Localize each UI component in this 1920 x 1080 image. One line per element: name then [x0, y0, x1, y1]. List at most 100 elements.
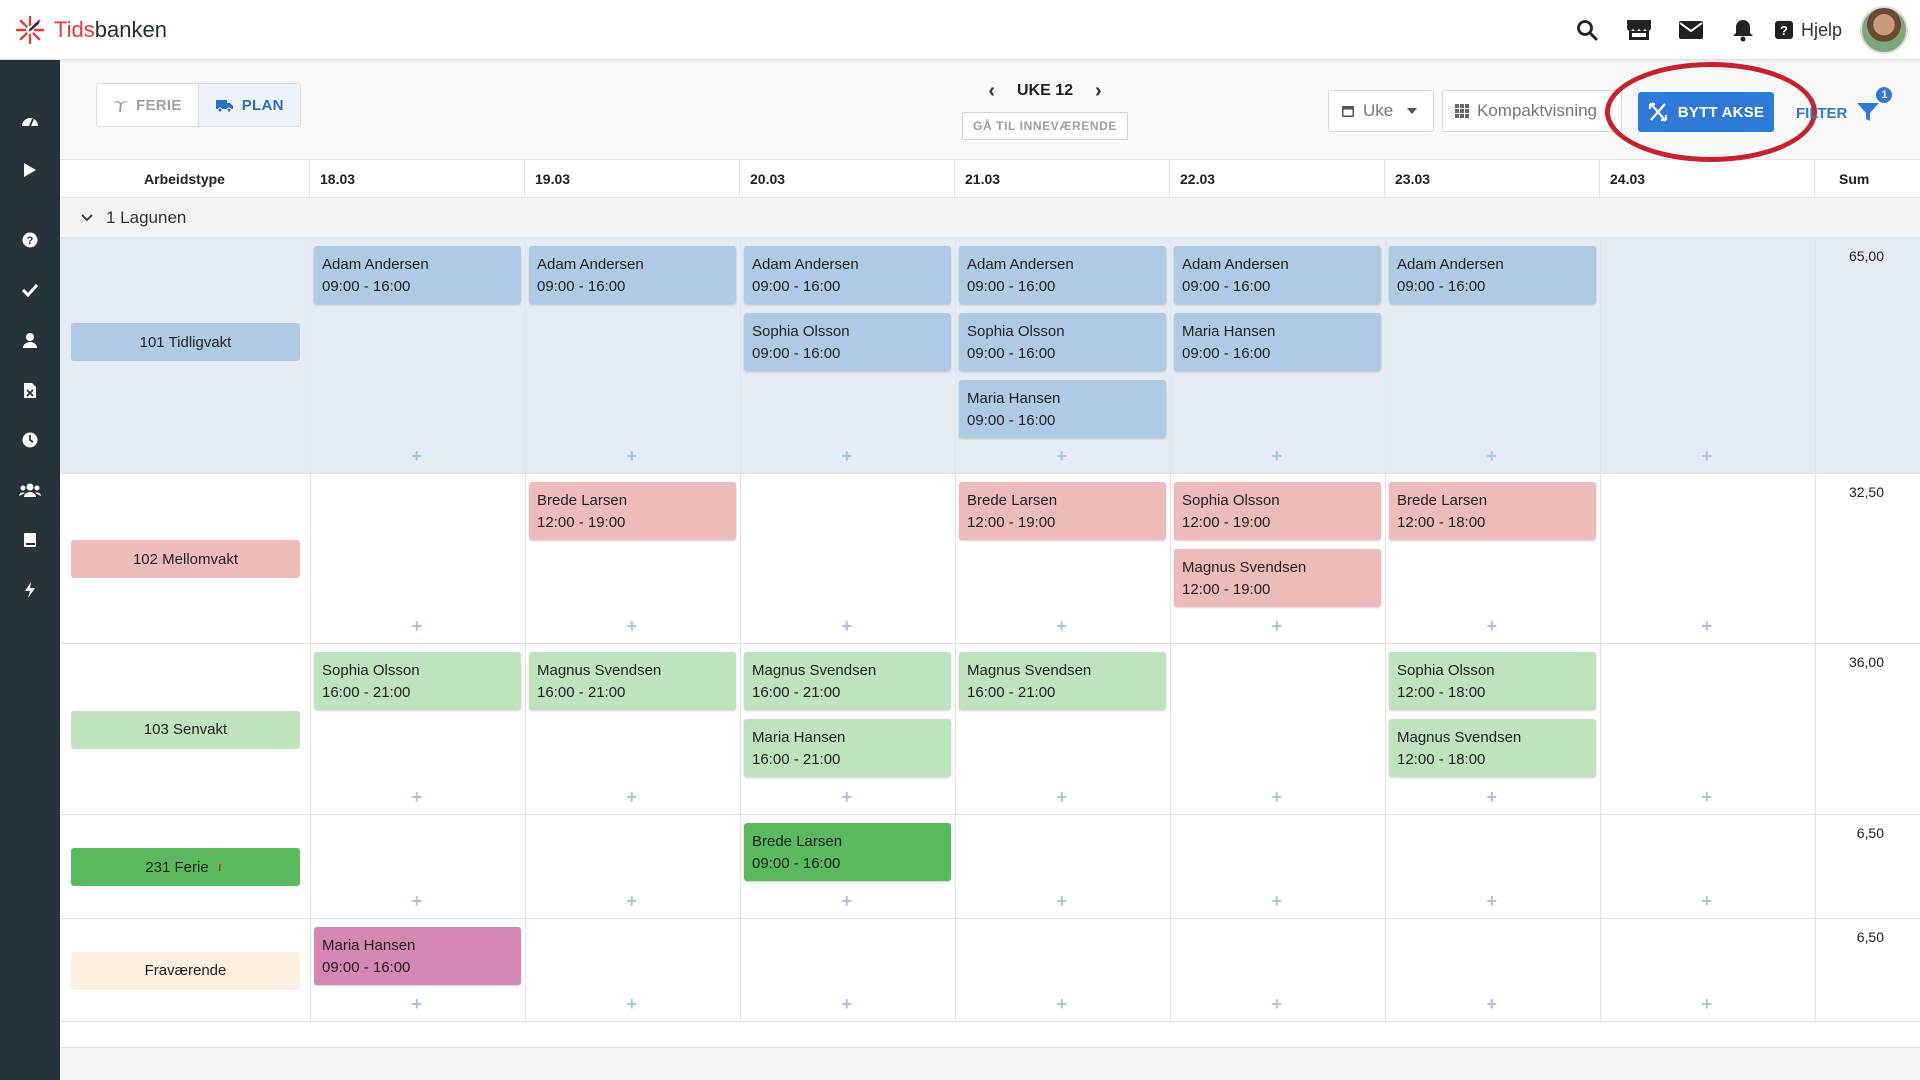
- shift-card[interactable]: Brede Larsen 12:00 - 19:00: [959, 482, 1166, 540]
- shift-card[interactable]: Brede Larsen 12:00 - 19:00: [529, 482, 736, 540]
- add-shift-icon[interactable]: +: [842, 616, 853, 637]
- add-shift-icon[interactable]: +: [1487, 787, 1498, 808]
- shift-card[interactable]: Magnus Svendsen 12:00 - 19:00: [1174, 549, 1381, 607]
- add-shift-icon[interactable]: +: [842, 994, 853, 1015]
- work-type-label[interactable]: 103 Senvakt: [71, 710, 300, 749]
- add-shift-icon[interactable]: +: [412, 994, 423, 1015]
- help-link[interactable]: ? Hjelp: [1774, 20, 1842, 41]
- avatar[interactable]: [1860, 6, 1908, 54]
- shift-card[interactable]: Magnus Svendsen 16:00 - 21:00: [959, 652, 1166, 710]
- grid-icon: [1455, 104, 1469, 118]
- add-shift-icon[interactable]: +: [1702, 891, 1713, 912]
- question-icon[interactable]: ?: [0, 220, 60, 260]
- user-icon[interactable]: [0, 320, 60, 360]
- logo[interactable]: Tidsbanken: [14, 14, 167, 46]
- go-to-current-button[interactable]: GÅ TIL INNEVÆRENDE: [962, 112, 1128, 140]
- prev-week-icon[interactable]: ‹: [988, 80, 995, 103]
- add-shift-icon[interactable]: +: [412, 616, 423, 637]
- bell-icon[interactable]: [1717, 6, 1769, 54]
- add-shift-icon[interactable]: +: [1702, 616, 1713, 637]
- add-shift-icon[interactable]: +: [627, 994, 638, 1015]
- add-shift-icon[interactable]: +: [1272, 616, 1283, 637]
- shift-card[interactable]: Maria Hansen 09:00 - 16:00: [314, 927, 521, 985]
- shift-card[interactable]: Adam Andersen 09:00 - 16:00: [744, 246, 951, 304]
- ferie-tab[interactable]: FERIE: [97, 84, 198, 126]
- work-type-label[interactable]: 102 Mellomvakt: [71, 540, 300, 578]
- add-shift-icon[interactable]: +: [1272, 891, 1283, 912]
- shift-card[interactable]: Brede Larsen 12:00 - 18:00: [1389, 482, 1596, 540]
- bolt-icon[interactable]: [0, 570, 60, 610]
- shift-time: 12:00 - 19:00: [1182, 581, 1271, 598]
- shift-employee-name: Brede Larsen: [537, 492, 628, 509]
- add-shift-icon[interactable]: +: [1702, 787, 1713, 808]
- add-shift-icon[interactable]: +: [842, 891, 853, 912]
- next-week-icon[interactable]: ›: [1095, 80, 1102, 103]
- store-icon[interactable]: [1613, 6, 1665, 54]
- add-shift-icon[interactable]: +: [1057, 994, 1068, 1015]
- add-shift-icon[interactable]: +: [1057, 891, 1068, 912]
- add-shift-icon[interactable]: +: [412, 446, 423, 467]
- search-icon[interactable]: [1561, 6, 1613, 54]
- column-divider: [1600, 815, 1601, 918]
- filter-button[interactable]: FILTER 1: [1796, 86, 1894, 126]
- shift-card[interactable]: Adam Andersen 09:00 - 16:00: [959, 246, 1166, 304]
- plan-tab[interactable]: PLAN: [197, 84, 300, 126]
- shift-card[interactable]: Maria Hansen 09:00 - 16:00: [959, 380, 1166, 438]
- excel-file-icon[interactable]: [0, 370, 60, 410]
- add-shift-icon[interactable]: +: [627, 446, 638, 467]
- shift-card[interactable]: Maria Hansen 09:00 - 16:00: [1174, 313, 1381, 371]
- add-shift-icon[interactable]: +: [1487, 616, 1498, 637]
- clock-icon[interactable]: [0, 420, 60, 460]
- shift-card[interactable]: Sophia Olsson 12:00 - 18:00: [1389, 652, 1596, 710]
- period-select[interactable]: Uke: [1328, 90, 1434, 132]
- shift-card[interactable]: Magnus Svendsen 16:00 - 21:00: [744, 652, 951, 710]
- shift-card[interactable]: Sophia Olsson 16:00 - 21:00: [314, 652, 521, 710]
- work-type-label[interactable]: Fraværende: [71, 951, 300, 990]
- add-shift-icon[interactable]: +: [1272, 787, 1283, 808]
- mail-icon[interactable]: [1665, 6, 1717, 54]
- add-shift-icon[interactable]: +: [627, 616, 638, 637]
- period-select-value: Uke: [1363, 101, 1394, 120]
- add-shift-icon[interactable]: +: [1702, 994, 1713, 1015]
- add-shift-icon[interactable]: +: [1057, 787, 1068, 808]
- shift-card[interactable]: Sophia Olsson 12:00 - 19:00: [1174, 482, 1381, 540]
- add-shift-icon[interactable]: +: [412, 891, 423, 912]
- add-shift-icon[interactable]: +: [1272, 994, 1283, 1015]
- play-icon[interactable]: [0, 150, 60, 190]
- add-shift-icon[interactable]: +: [1487, 994, 1498, 1015]
- add-shift-icon[interactable]: +: [842, 787, 853, 808]
- column-divider: [1170, 238, 1171, 473]
- column-divider: [1385, 919, 1386, 1021]
- shift-card[interactable]: Adam Andersen 09:00 - 16:00: [314, 246, 521, 304]
- dashboard-icon[interactable]: [0, 100, 60, 140]
- column-divider: [525, 474, 526, 643]
- add-shift-icon[interactable]: +: [842, 446, 853, 467]
- shift-card[interactable]: Brede Larsen 09:00 - 16:00: [744, 823, 951, 881]
- group-row[interactable]: 1 Lagunen: [60, 198, 1920, 238]
- shift-card[interactable]: Magnus Svendsen 16:00 - 21:00: [529, 652, 736, 710]
- work-type-label[interactable]: 101 Tidligvakt: [71, 323, 300, 361]
- schedule-row: 231 Ferie 6,50 + + + + + + +: [60, 815, 1920, 919]
- shift-card[interactable]: Adam Andersen 09:00 - 16:00: [529, 246, 736, 304]
- shift-card[interactable]: Sophia Olsson 09:00 - 16:00: [959, 313, 1166, 371]
- add-shift-icon[interactable]: +: [1057, 616, 1068, 637]
- add-shift-icon[interactable]: +: [627, 891, 638, 912]
- view-select[interactable]: Kompaktvisning: [1442, 90, 1622, 132]
- add-shift-icon[interactable]: +: [1702, 446, 1713, 467]
- add-shift-icon[interactable]: +: [1487, 891, 1498, 912]
- book-icon[interactable]: [0, 520, 60, 560]
- shift-card[interactable]: Adam Andersen 09:00 - 16:00: [1174, 246, 1381, 304]
- add-shift-icon[interactable]: +: [627, 787, 638, 808]
- add-shift-icon[interactable]: +: [1487, 446, 1498, 467]
- add-shift-icon[interactable]: +: [1272, 446, 1283, 467]
- shift-card[interactable]: Maria Hansen 16:00 - 21:00: [744, 719, 951, 777]
- shift-card[interactable]: Adam Andersen 09:00 - 16:00: [1389, 246, 1596, 304]
- shift-card[interactable]: Magnus Svendsen 12:00 - 18:00: [1389, 719, 1596, 777]
- swap-axis-button[interactable]: BYTT AKSE: [1638, 92, 1774, 132]
- check-icon[interactable]: [0, 270, 60, 310]
- shift-card[interactable]: Sophia Olsson 09:00 - 16:00: [744, 313, 951, 371]
- add-shift-icon[interactable]: +: [412, 787, 423, 808]
- add-shift-icon[interactable]: +: [1057, 446, 1068, 467]
- users-icon[interactable]: [0, 470, 60, 510]
- work-type-label[interactable]: 231 Ferie: [71, 848, 300, 886]
